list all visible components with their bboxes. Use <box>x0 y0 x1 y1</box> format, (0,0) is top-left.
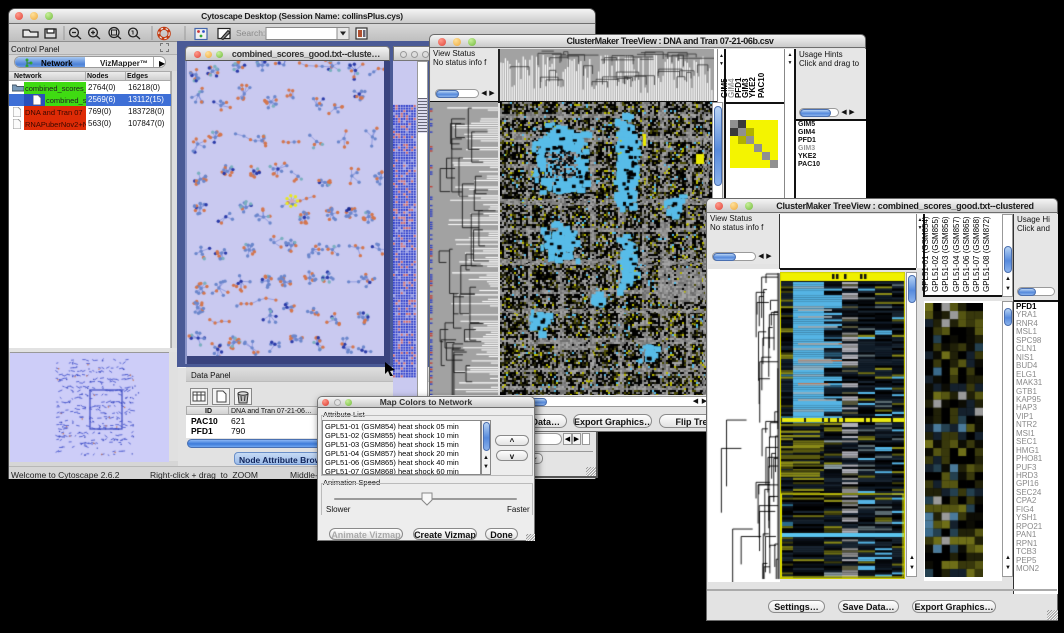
svg-text:Search:: Search: <box>236 28 265 38</box>
